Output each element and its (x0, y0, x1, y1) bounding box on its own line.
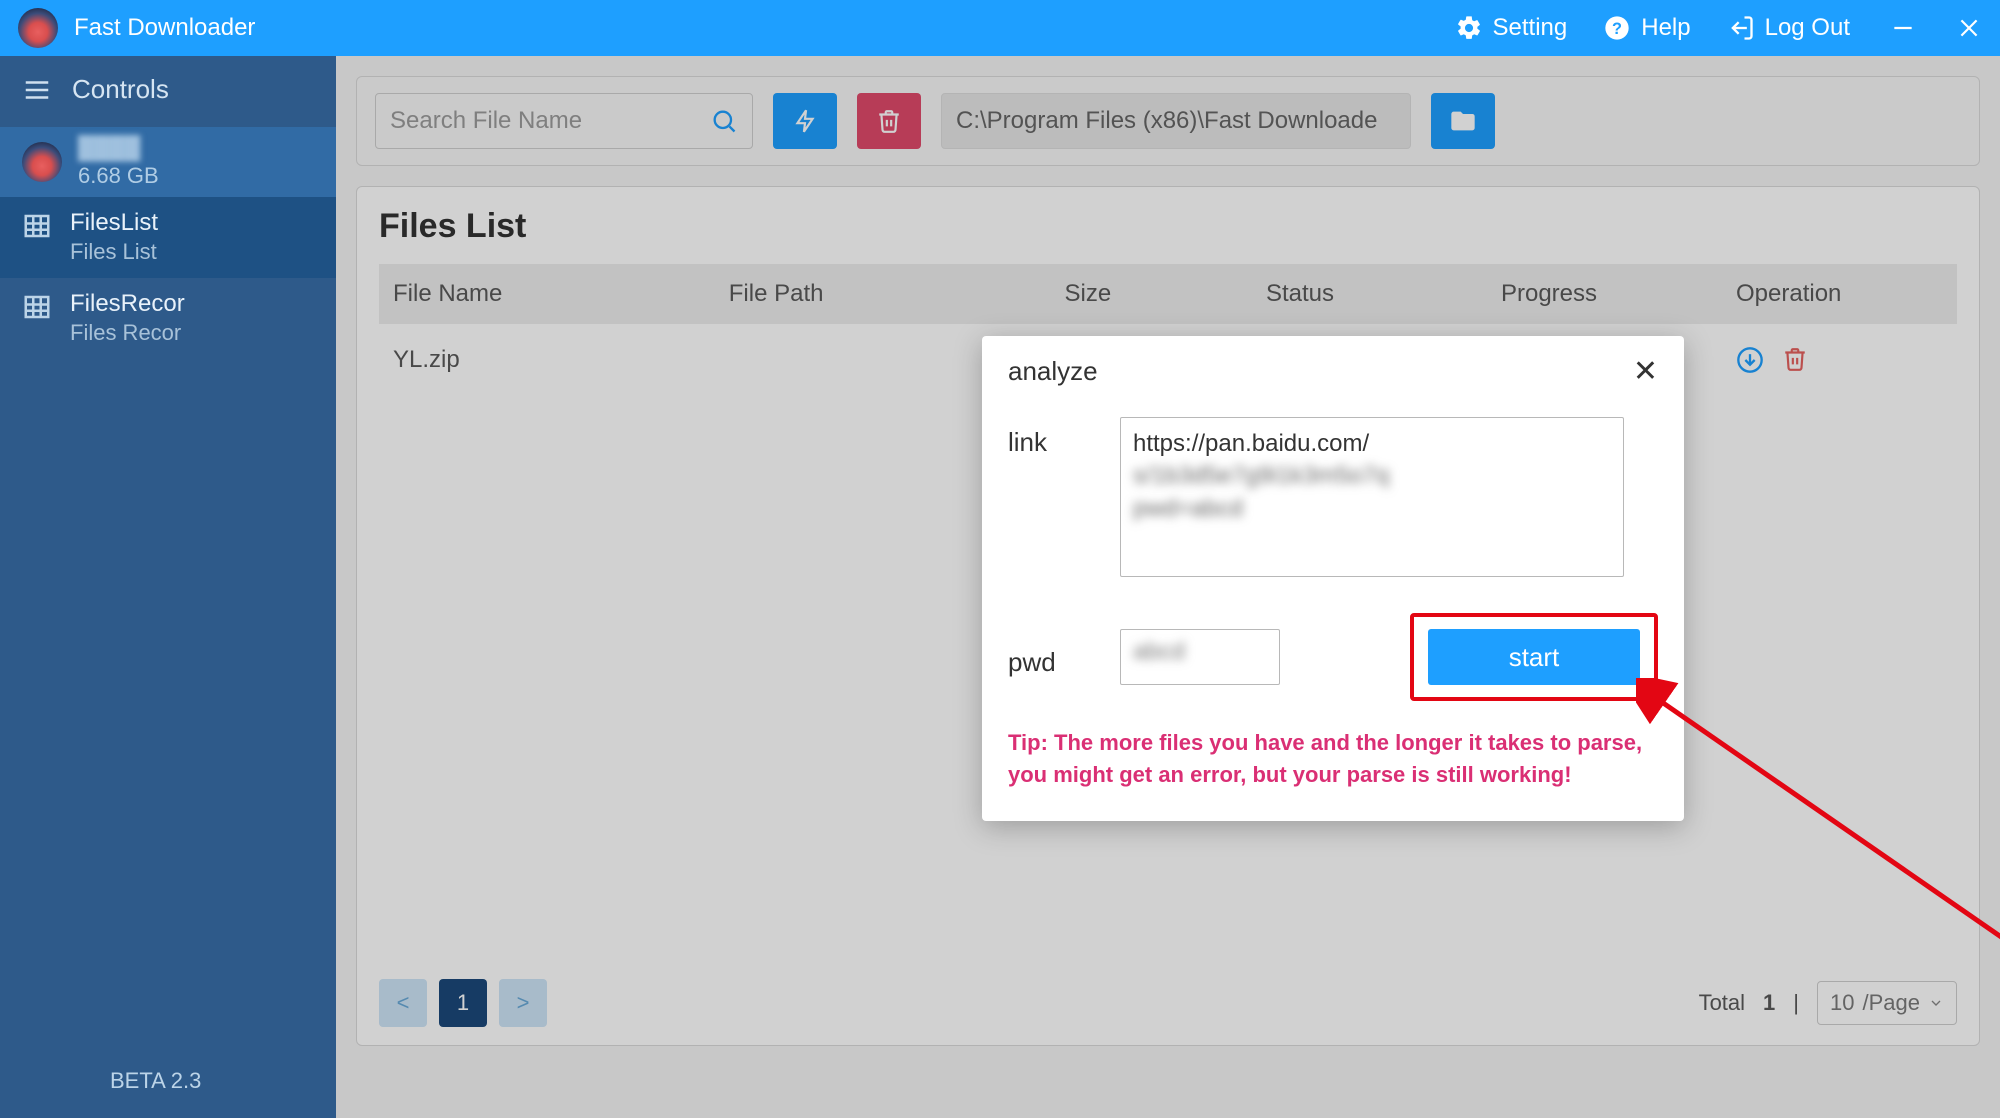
logout-icon (1727, 14, 1755, 42)
titlebar: Fast Downloader Setting ? Help Log Out (0, 0, 2000, 56)
close-window-button[interactable] (1956, 15, 1982, 41)
controls-label: Controls (72, 74, 169, 105)
link-line2: s/1b3d5e7g9i1k3m5o7q (1133, 460, 1611, 492)
sidebar: Controls ████ 6.68 GB FilesList Files Li… (0, 56, 336, 1118)
app-title: Fast Downloader (74, 14, 255, 42)
sidebar-controls[interactable]: Controls (0, 56, 336, 127)
main-area: C:\Program Files (x86)\Fast Downloade Fi… (336, 56, 2000, 1118)
pwd-label: pwd (1008, 637, 1120, 678)
link-line3: pwd=abcd (1133, 493, 1611, 525)
help-icon: ? (1603, 14, 1631, 42)
setting-label: Setting (1493, 14, 1568, 42)
avatar (22, 142, 62, 182)
sidebar-item-sub: Files Recor (70, 319, 185, 348)
sidebar-item-title: FilesRecor (70, 290, 185, 319)
link-label: link (1008, 417, 1120, 458)
analyze-modal: analyze ✕ link https://pan.baidu.com/ s/… (982, 336, 1684, 821)
modal-close-button[interactable]: ✕ (1633, 357, 1658, 387)
logout-label: Log Out (1765, 14, 1850, 42)
link-line1: https://pan.baidu.com/ (1133, 428, 1611, 460)
modal-title: analyze (1008, 356, 1098, 387)
help-button[interactable]: ? Help (1603, 14, 1690, 42)
setting-button[interactable]: Setting (1455, 14, 1568, 42)
gear-icon (1455, 14, 1483, 42)
modal-tip: Tip: The more files you have and the lon… (1008, 727, 1658, 791)
pwd-input[interactable]: abcd (1120, 629, 1280, 685)
sidebar-item-fileslist[interactable]: FilesList Files List (0, 197, 336, 278)
table-icon (22, 211, 52, 241)
table-icon (22, 292, 52, 322)
user-name: ████ (78, 135, 159, 161)
sidebar-item-sub: Files List (70, 238, 158, 267)
sidebar-item-filesrecor[interactable]: FilesRecor Files Recor (0, 278, 336, 359)
pwd-value: abcd (1133, 638, 1185, 665)
user-storage: 6.68 GB (78, 163, 159, 189)
sidebar-version: BETA 2.3 (0, 1046, 336, 1118)
svg-text:?: ? (1612, 20, 1622, 38)
link-input[interactable]: https://pan.baidu.com/ s/1b3d5e7g9i1k3m5… (1120, 417, 1624, 577)
minimize-button[interactable] (1890, 15, 1916, 41)
app-logo (18, 8, 58, 48)
sidebar-item-title: FilesList (70, 209, 158, 238)
logout-button[interactable]: Log Out (1727, 14, 1850, 42)
start-button[interactable]: start (1428, 629, 1640, 685)
sidebar-user[interactable]: ████ 6.68 GB (0, 127, 336, 197)
help-label: Help (1641, 14, 1690, 42)
start-highlight: start (1410, 613, 1658, 701)
hamburger-icon (22, 75, 52, 105)
